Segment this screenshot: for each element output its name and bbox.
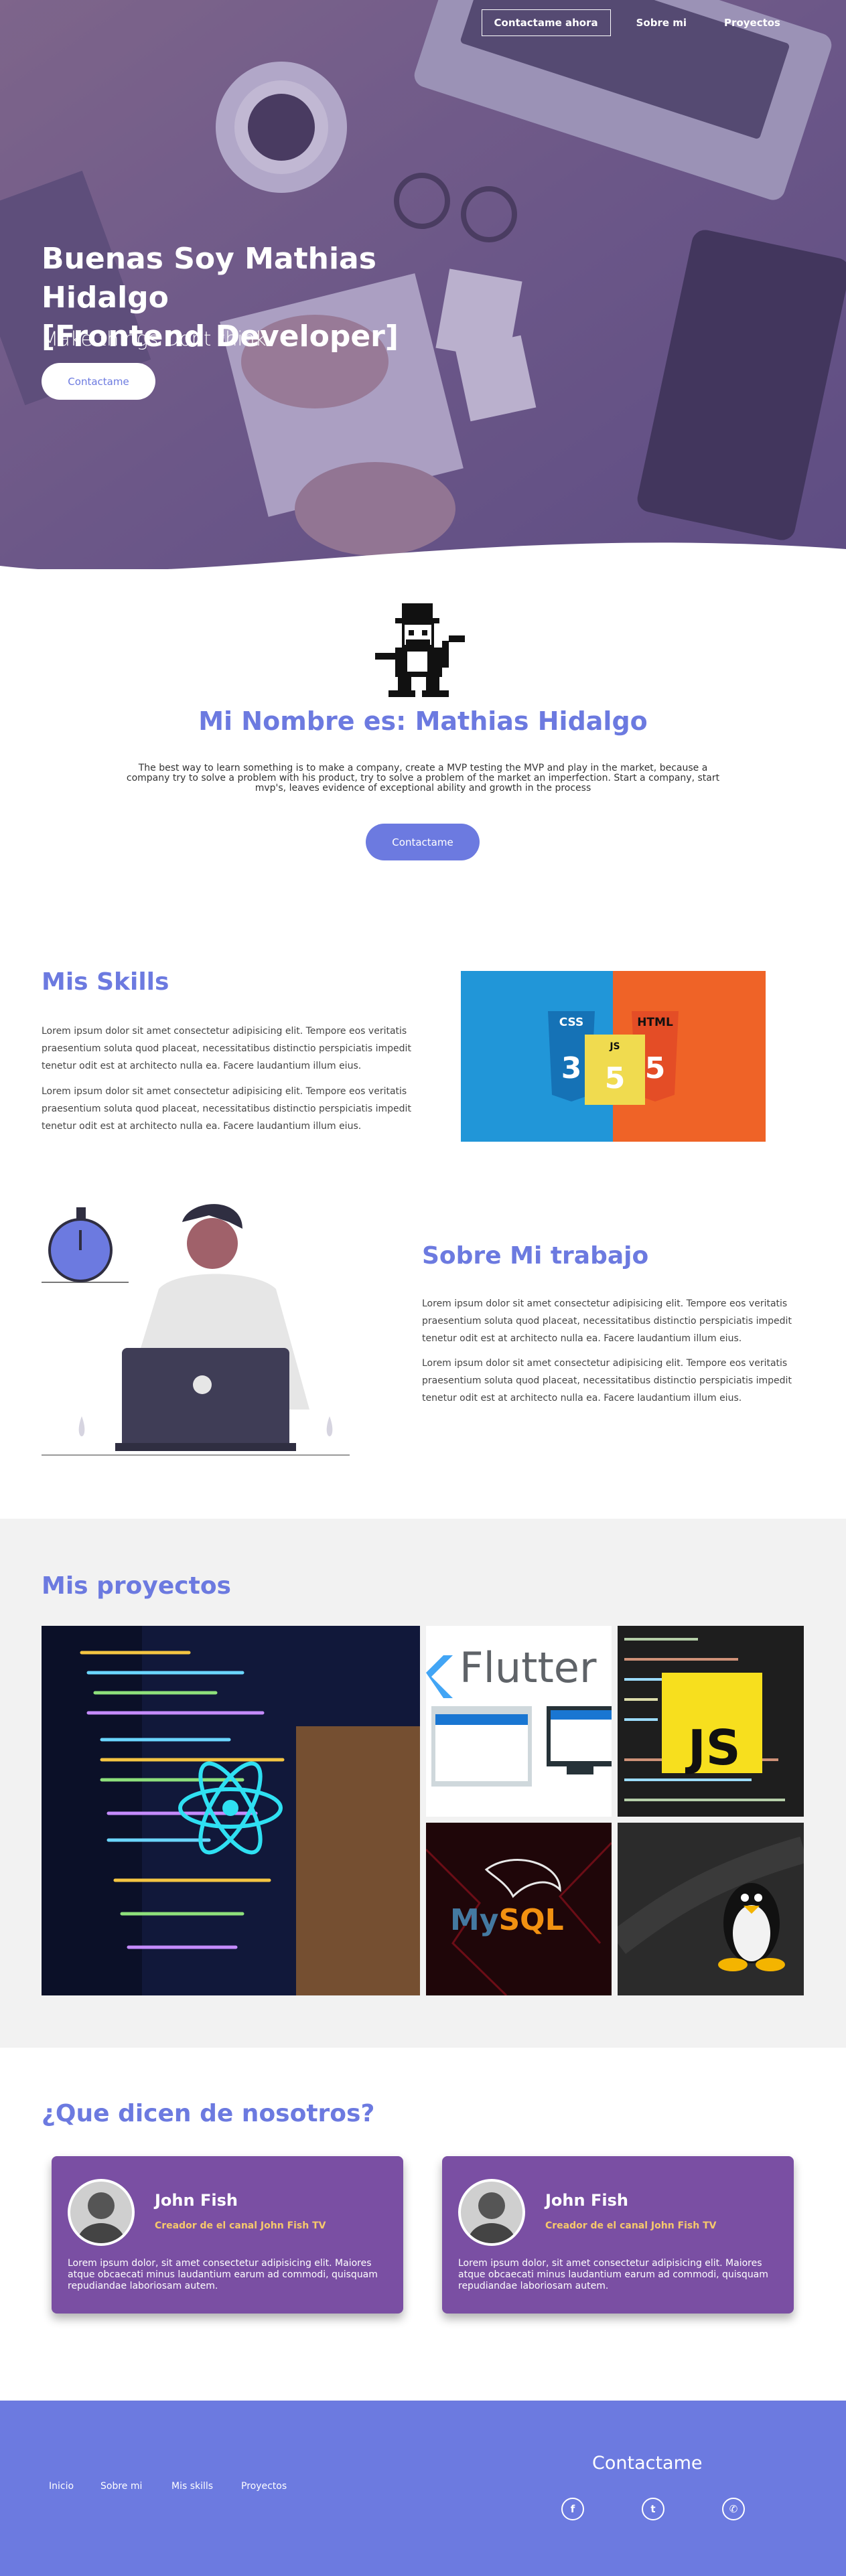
hero-title-line1: Buenas Soy Mathias Hidalgo	[42, 242, 376, 315]
js-logo-text: JS	[688, 1720, 741, 1776]
css-badge-label: CSS	[559, 1016, 584, 1029]
project-javascript-tile[interactable]: JS	[618, 1626, 804, 1817]
footer-contact-title: Contactame	[592, 2453, 703, 2474]
nav-projects-link[interactable]: Proyectos	[712, 10, 792, 35]
skills-title: Mis Skills	[42, 968, 169, 996]
work-paragraph-2: Lorem ipsum dolor sit amet consectetur a…	[422, 1358, 792, 1404]
nav-about-link[interactable]: Sobre mi	[624, 10, 699, 35]
facebook-icon[interactable]: f	[561, 2498, 584, 2520]
project-linux-tile[interactable]	[618, 1823, 804, 1995]
hero-contact-button[interactable]: Contactame	[42, 363, 155, 400]
hero-wave-divider	[0, 542, 846, 569]
work-illustration	[42, 1195, 350, 1463]
svg-text:5: 5	[645, 1051, 666, 1085]
whatsapp-icon[interactable]: ✆	[722, 2498, 745, 2520]
hero-subtitle: Make things Dont think	[42, 327, 267, 350]
mysql-logo-sql: SQL	[498, 1903, 564, 1937]
footer: Inicio Sobre mi Mis skills Proyectos Con…	[0, 2401, 846, 2576]
skills-paragraph-1: Lorem ipsum dolor sit amet consectetur a…	[42, 1026, 411, 1071]
about-title: Mi Nombre es: Mathias Hidalgo	[198, 706, 648, 736]
top-navigation: Contactame ahora Sobre mi Proyectos	[468, 9, 793, 36]
skills-image: 3 5 5 CSS HTML JS	[461, 971, 766, 1142]
testimonial-name: John Fish	[545, 2191, 628, 2210]
skills-paragraph-2: Lorem ipsum dolor sit amet consectetur a…	[42, 1086, 411, 1132]
footer-link-inicio[interactable]: Inicio	[49, 2481, 74, 2492]
twitter-icon[interactable]: t	[642, 2498, 664, 2520]
flutter-logo-text: Flutter	[460, 1643, 597, 1692]
mysql-logo-my: My	[450, 1903, 499, 1937]
project-mysql-tile[interactable]: MySQL	[426, 1823, 612, 1995]
testimonial-text: Lorem ipsum dolor, sit amet consectetur …	[68, 2258, 378, 2291]
project-react-tile[interactable]	[42, 1626, 420, 1995]
svg-text:3: 3	[561, 1051, 582, 1085]
work-paragraph-1: Lorem ipsum dolor sit amet consectetur a…	[422, 1298, 792, 1344]
about-description: The best way to learn something is to ma…	[126, 763, 720, 793]
testimonial-name: John Fish	[155, 2191, 238, 2210]
avatar	[458, 2179, 525, 2246]
svg-text:5: 5	[605, 1061, 626, 1095]
project-flutter-tile[interactable]: Flutter	[426, 1626, 612, 1817]
hero-section: Contactame ahora Sobre mi Proyectos Buen…	[0, 0, 846, 569]
pixel-mascot-image	[375, 603, 465, 697]
nav-contact-now-button[interactable]: Contactame ahora	[481, 9, 611, 36]
avatar	[68, 2179, 135, 2246]
html-badge-label: HTML	[637, 1016, 673, 1029]
footer-link-skills[interactable]: Mis skills	[171, 2481, 213, 2492]
testimonial-card: John Fish Creador de el canal John Fish …	[52, 2156, 403, 2314]
testimonial-role: Creador de el canal John Fish TV	[155, 2220, 326, 2231]
projects-title: Mis proyectos	[42, 1572, 231, 1600]
testimonial-text: Lorem ipsum dolor, sit amet consectetur …	[458, 2258, 768, 2291]
work-title: Sobre Mi trabajo	[422, 1242, 649, 1270]
js-badge-label: JS	[609, 1041, 620, 1052]
about-contact-button[interactable]: Contactame	[366, 824, 480, 860]
testimonial-card: John Fish Creador de el canal John Fish …	[442, 2156, 794, 2314]
footer-link-about[interactable]: Sobre mi	[100, 2481, 142, 2492]
testimonials-title: ¿Que dicen de nosotros?	[42, 2100, 375, 2127]
mysql-logo-text: MySQL	[450, 1903, 564, 1937]
footer-link-projects[interactable]: Proyectos	[241, 2481, 287, 2492]
testimonial-role: Creador de el canal John Fish TV	[545, 2220, 717, 2231]
